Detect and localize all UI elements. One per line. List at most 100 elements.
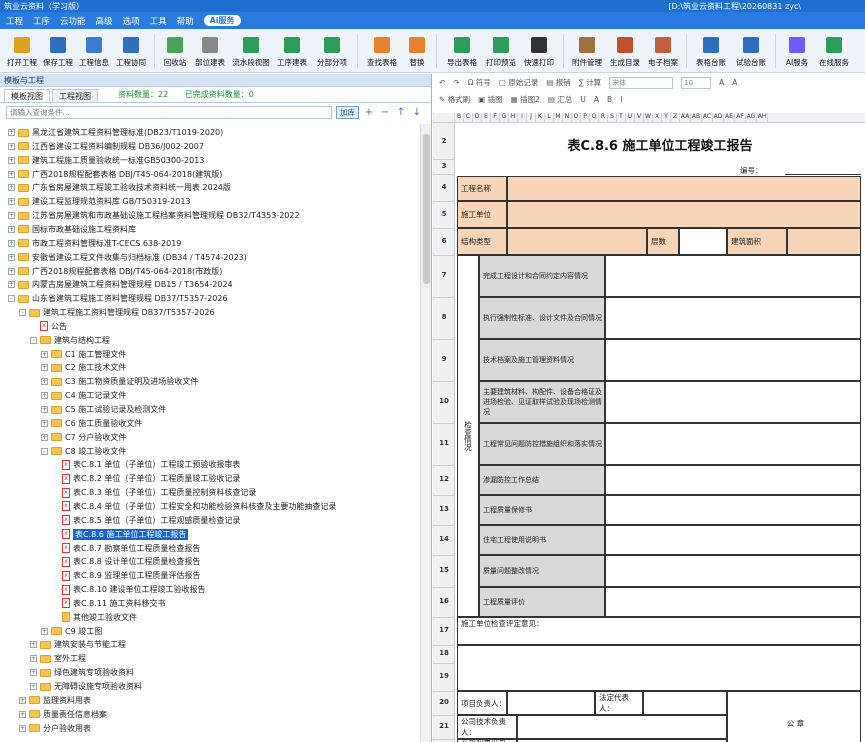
row-number[interactable]: 17 xyxy=(433,626,455,634)
toolbar-button[interactable]: 导出表格 xyxy=(441,29,483,73)
toolbar-button[interactable]: 快速打印 xyxy=(519,29,559,73)
tree-node[interactable]: + 分户验收用表 xyxy=(19,722,91,735)
tree-node[interactable]: + 市政工程资料管理标准T-CECS 638-2019 xyxy=(8,237,181,250)
row-number[interactable]: 8 xyxy=(433,313,455,321)
check-item-field[interactable] xyxy=(605,339,861,381)
tree-node[interactable]: + 江苏省房屋建筑和市政基础设施工程档案资料管理规程 DB32/T4353-202… xyxy=(8,209,300,222)
underline-icon[interactable]: U xyxy=(580,95,586,104)
row-number[interactable]: 5 xyxy=(433,210,455,218)
technical-director-field[interactable] xyxy=(517,715,727,739)
column-header-cell[interactable]: Y xyxy=(662,113,671,122)
column-header-cell[interactable]: G xyxy=(500,113,509,122)
expand-icon[interactable]: + xyxy=(8,156,15,164)
expand-icon[interactable]: + xyxy=(30,655,37,663)
tree-node[interactable]: - C8 竣工验收文件 xyxy=(41,445,126,458)
toolbar-button[interactable]: 查找表格 xyxy=(362,29,402,73)
check-item-field[interactable] xyxy=(605,381,861,423)
expand-icon[interactable]: + xyxy=(19,696,26,704)
raw-record-button[interactable]: ▢ 原始记录 xyxy=(499,77,538,88)
menu-item[interactable]: 工序 xyxy=(33,15,50,27)
ai-service-badge[interactable]: Ai服务 xyxy=(203,15,241,26)
search-input[interactable] xyxy=(6,105,332,119)
row-number[interactable]: 13 xyxy=(433,505,455,513)
column-header-cell[interactable]: V xyxy=(635,113,644,122)
font-select[interactable]: 宋体 xyxy=(609,76,674,89)
expand-icon[interactable]: + xyxy=(8,267,15,275)
expand-icon[interactable]: + xyxy=(41,419,48,427)
column-header-cell[interactable]: AA xyxy=(680,113,691,122)
tree-node[interactable]: + 建设工程监理规范资料库 GB/T50319-2013 xyxy=(8,195,191,208)
arrow-down-icon[interactable]: ↓ xyxy=(411,107,423,118)
building-area-field[interactable] xyxy=(787,228,861,255)
italic-icon[interactable]: I xyxy=(620,95,622,104)
check-item-field[interactable] xyxy=(605,587,861,617)
tree-node[interactable]: + C1 施工管理文件 xyxy=(41,348,126,361)
tree-node[interactable]: x 表C.8.11 施工资料移交书 xyxy=(52,597,165,610)
font-grow-icon[interactable]: A xyxy=(719,78,724,87)
expand-icon[interactable]: + xyxy=(8,212,15,220)
row-number[interactable]: 4 xyxy=(433,183,455,191)
tree-node[interactable]: - 山东省建筑工程施工资料管理规程 DB37/T5357-2026 xyxy=(8,292,228,305)
expand-icon[interactable]: + xyxy=(8,129,15,136)
column-header-cell[interactable]: AB xyxy=(691,113,702,122)
expand-icon[interactable]: + xyxy=(41,627,48,635)
toolbar-button[interactable]: 生成目录 xyxy=(606,29,644,73)
row-number[interactable]: 15 xyxy=(433,566,455,574)
row-number[interactable]: 20 xyxy=(433,698,455,706)
tree-node[interactable]: x 表C.8.7 勘察单位工程质量检查报告 xyxy=(52,542,200,555)
expand-icon[interactable]: + xyxy=(8,281,15,289)
tab-template-view[interactable]: 模板视图 xyxy=(4,89,50,102)
expand-icon[interactable]: + xyxy=(8,184,15,192)
row-number[interactable]: 11 xyxy=(433,439,455,447)
legal-representative-field[interactable] xyxy=(643,691,727,715)
row-number[interactable]: 21 xyxy=(433,722,455,730)
scroll-thumb[interactable] xyxy=(423,134,430,284)
expand-icon[interactable]: + xyxy=(8,198,15,206)
tree-node[interactable]: + C9 竣工图 xyxy=(41,625,102,638)
construction-unit-field[interactable] xyxy=(507,201,861,228)
tree-node[interactable]: + 安徽省建设工程文件收集与归档标准 (DB34 / T4574-2023) xyxy=(8,251,247,264)
row-number[interactable]: 14 xyxy=(433,535,455,543)
calc-button[interactable]: ∑ 计算 xyxy=(579,77,601,88)
column-header-cell[interactable]: K xyxy=(536,113,545,122)
expand-icon[interactable]: + xyxy=(30,683,37,690)
toolbar-button[interactable]: 工程协同 xyxy=(112,29,150,73)
tree-node[interactable]: + C4 施工记录文件 xyxy=(41,389,126,402)
inspection-opinion-field[interactable] xyxy=(457,645,861,691)
tree-node[interactable]: + 建筑工程施工质量验收统一标准GB50300-2013 xyxy=(8,154,204,167)
column-header-cell[interactable]: M xyxy=(554,113,563,122)
font-shrink-icon[interactable]: A xyxy=(732,78,737,87)
toolbar-button[interactable]: 表格台账 xyxy=(691,29,731,73)
column-header-cell[interactable]: Z xyxy=(671,113,680,122)
tree-node[interactable]: x 表C.8.2 单位（子单位）工程质量竣工验收记录 xyxy=(52,472,240,485)
tree-node[interactable]: x 表C.8.5 单位（子单位）工程观感质量检查记录 xyxy=(52,514,240,527)
tree-node[interactable]: + C3 施工物资质量证明及进场验收文件 xyxy=(41,375,198,388)
toolbar-button[interactable]: 流水段视图 xyxy=(229,29,273,73)
font-size-select[interactable]: 10 xyxy=(681,76,712,89)
insert-picture-button[interactable]: ▦ 插图2 xyxy=(511,94,540,105)
toolbar-button[interactable]: 电子档案 xyxy=(644,29,682,73)
column-header-cell[interactable]: O xyxy=(572,113,581,122)
column-header-cell[interactable]: U xyxy=(626,113,635,122)
expand-icon[interactable]: + xyxy=(8,253,15,261)
row-number[interactable]: 9 xyxy=(433,355,455,363)
column-header-cell[interactable]: C xyxy=(464,113,473,122)
minus-icon[interactable]: − xyxy=(379,107,391,118)
column-header-cell[interactable]: Q xyxy=(590,113,599,122)
tree-node[interactable]: - 建筑工程施工资料管理规程 DB37/T5357-2026 xyxy=(19,306,215,319)
tree-node[interactable]: + 黑龙江省建筑工程资料管理标准(DB23/T1019-2020) xyxy=(8,126,223,139)
column-header-cell[interactable]: B xyxy=(455,113,464,122)
row-number[interactable]: 12 xyxy=(433,475,455,483)
bold-icon[interactable]: B xyxy=(607,95,612,104)
row-number[interactable]: 10 xyxy=(433,397,455,405)
row-number[interactable]: 3 xyxy=(433,162,455,170)
expand-icon[interactable]: + xyxy=(41,378,48,386)
tree-node[interactable]: + C5 施工试验记录及检测文件 xyxy=(41,403,166,416)
collapse-icon[interactable]: - xyxy=(41,447,48,455)
expand-icon[interactable]: + xyxy=(19,710,26,718)
toolbar-button[interactable]: 打开工程 xyxy=(4,29,40,73)
column-header-cell[interactable]: F xyxy=(491,113,500,122)
tree-node[interactable]: + 广西2018规程配套表格 DBJ/T45-064-2018(建筑版) xyxy=(8,168,222,181)
expand-icon[interactable]: + xyxy=(41,392,48,400)
tree-node[interactable]: + 内蒙古房屋建筑工程资料管理规程 DB15 / T3654-2024 xyxy=(8,278,233,291)
